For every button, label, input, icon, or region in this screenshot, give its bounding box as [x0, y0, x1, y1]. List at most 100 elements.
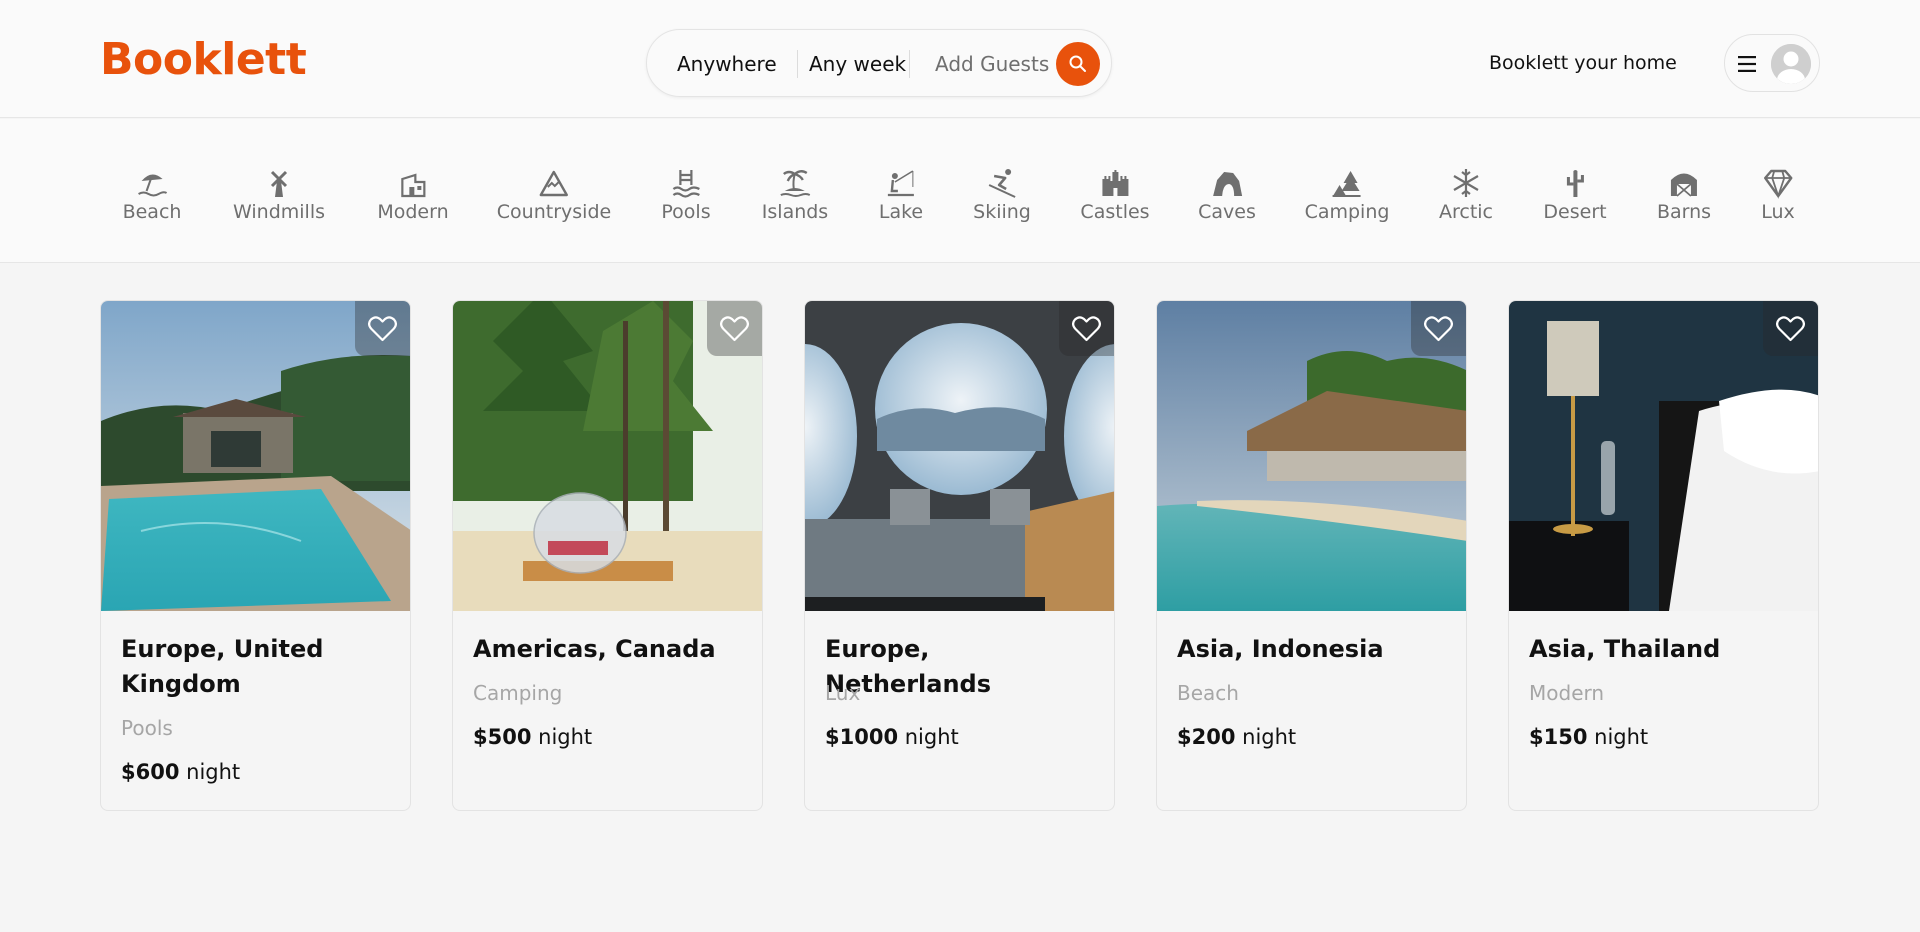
favorite-button[interactable]: [707, 301, 762, 356]
cactus-icon: [1566, 170, 1584, 197]
price-unit: night: [538, 725, 593, 749]
listing-card[interactable]: Europe, Netherlands Lux $1000 night: [804, 300, 1115, 811]
favorite-button[interactable]: [355, 301, 410, 356]
mountain-icon: [539, 170, 569, 197]
search-submit-button[interactable]: [1056, 42, 1100, 86]
menu-icon: [1738, 56, 1756, 72]
category-beach[interactable]: Beach: [122, 167, 182, 223]
price-amount: $500: [473, 725, 532, 749]
favorite-button[interactable]: [1763, 301, 1818, 356]
category-islands[interactable]: Islands: [762, 167, 828, 223]
favorite-button[interactable]: [1059, 301, 1114, 356]
category-label: Pools: [661, 201, 711, 223]
category-label: Arctic: [1438, 201, 1494, 223]
brand-logo[interactable]: Booklett: [100, 34, 307, 85]
category-label: Caves: [1198, 201, 1256, 223]
listing-price: $500 night: [473, 725, 592, 749]
price-unit: night: [186, 760, 241, 784]
price-unit: night: [1242, 725, 1297, 749]
listing-card[interactable]: Asia, Indonesia Beach $200 night: [1156, 300, 1467, 811]
windmill-icon: [270, 170, 288, 197]
search-guests-button[interactable]: Add Guests: [935, 52, 1049, 76]
category-label: Modern: [377, 201, 449, 223]
category-label: Beach: [122, 201, 182, 223]
tent-tree-icon: [1333, 171, 1361, 197]
snowflake-icon: [1453, 169, 1479, 197]
category-bar: Beach Windmills Modern Countryside Pools: [0, 119, 1920, 263]
price-amount: $600: [121, 760, 180, 784]
listing-card[interactable]: Europe, United Kingdom Pools $600 night: [100, 300, 411, 811]
listing-price: $600 night: [121, 760, 240, 784]
user-menu-button[interactable]: [1724, 34, 1820, 92]
modern-house-icon: [400, 173, 426, 198]
category-label: Castles: [1080, 201, 1150, 223]
category-pools[interactable]: Pools: [661, 167, 711, 223]
search-when-button[interactable]: Any week: [809, 52, 906, 76]
heart-icon: [720, 316, 749, 342]
category-skiing[interactable]: Skiing: [973, 167, 1031, 223]
search-bar[interactable]: Anywhere Any week Add Guests: [646, 29, 1112, 97]
barn-icon: [1670, 173, 1697, 197]
price-unit: night: [1594, 725, 1649, 749]
category-caves[interactable]: Caves: [1198, 167, 1256, 223]
castle-icon: [1101, 170, 1128, 196]
category-camping[interactable]: Camping: [1304, 167, 1390, 223]
category-arctic[interactable]: Arctic: [1439, 167, 1493, 223]
avatar: [1771, 44, 1811, 84]
price-amount: $200: [1177, 725, 1236, 749]
category-modern[interactable]: Modern: [377, 167, 449, 223]
category-label: Windmills: [233, 201, 325, 223]
cave-icon: [1213, 172, 1242, 196]
heart-icon: [1072, 316, 1101, 342]
category-lux[interactable]: Lux: [1761, 167, 1795, 223]
listing-card[interactable]: Americas, Canada Camping $500 night: [452, 300, 763, 811]
category-castles[interactable]: Castles: [1080, 167, 1150, 223]
category-label: Skiing: [973, 201, 1031, 223]
listing-location: Americas, Canada: [473, 635, 716, 663]
listing-location: Asia, Indonesia: [1177, 635, 1384, 663]
favorite-button[interactable]: [1411, 301, 1466, 356]
search-divider: [797, 50, 798, 78]
user-placeholder-icon: [1771, 44, 1811, 84]
host-your-home-link[interactable]: Booklett your home: [1489, 52, 1677, 74]
search-icon: [1069, 55, 1086, 72]
category-windmills[interactable]: Windmills: [233, 167, 325, 223]
category-label: Desert: [1543, 201, 1607, 223]
price-unit: night: [904, 725, 959, 749]
price-amount: $1000: [825, 725, 899, 749]
top-navbar: Booklett Anywhere Any week Add Guests Bo…: [0, 0, 1920, 118]
category-lake[interactable]: Lake: [879, 167, 923, 223]
listing-category: Camping: [473, 681, 563, 705]
category-label: Countryside: [496, 201, 612, 223]
category-label: Lux: [1761, 201, 1795, 223]
category-label: Islands: [761, 201, 829, 223]
island-palm-icon: [780, 170, 811, 197]
category-label: Camping: [1304, 201, 1390, 223]
listing-location: Asia, Thailand: [1529, 635, 1721, 663]
category-label: Barns: [1656, 201, 1712, 223]
fishing-icon: [888, 170, 914, 197]
category-countryside[interactable]: Countryside: [497, 167, 611, 223]
skier-icon: [988, 169, 1016, 198]
listing-location: Europe, Netherlands: [825, 635, 992, 698]
pool-ladder-icon: [672, 170, 700, 198]
heart-icon: [1776, 316, 1805, 342]
category-barns[interactable]: Barns: [1657, 167, 1711, 223]
category-label: Lake: [878, 201, 924, 223]
listing-price: $1000 night: [825, 725, 959, 749]
listing-location: Europe, United Kingdom: [121, 635, 324, 698]
listing-category: Pools: [121, 716, 173, 740]
listing-price: $200 night: [1177, 725, 1296, 749]
listing-category: Lux: [825, 681, 861, 705]
heart-icon: [368, 316, 397, 342]
listing-card[interactable]: Asia, Thailand Modern $150 night: [1508, 300, 1819, 811]
heart-icon: [1424, 316, 1453, 342]
listing-price: $150 night: [1529, 725, 1648, 749]
price-amount: $150: [1529, 725, 1588, 749]
category-desert[interactable]: Desert: [1543, 167, 1607, 223]
listing-category: Beach: [1177, 681, 1239, 705]
listing-category: Modern: [1529, 681, 1605, 705]
beach-umbrella-icon: [138, 174, 168, 197]
search-where-button[interactable]: Anywhere: [677, 52, 777, 76]
search-divider: [909, 50, 910, 78]
